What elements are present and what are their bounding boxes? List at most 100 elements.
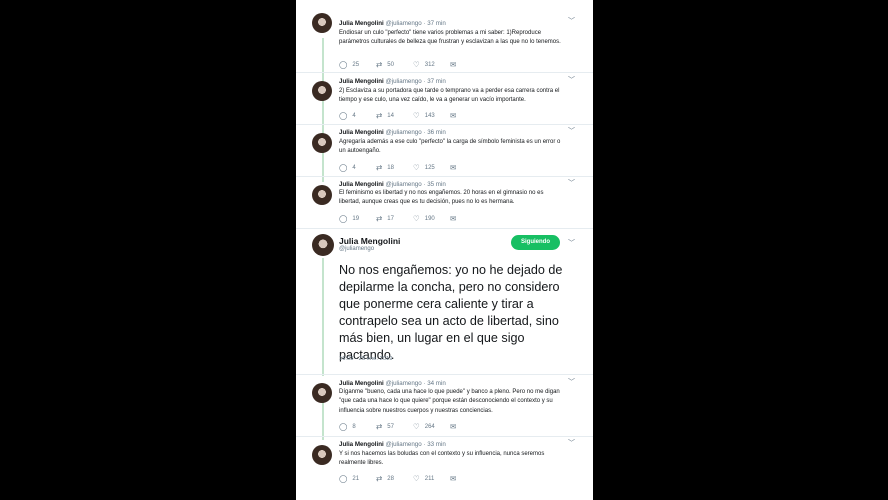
heart-icon: ♡ — [413, 422, 420, 431]
chevron-down-icon[interactable]: ﹀ — [568, 238, 575, 248]
tweet-text: Agregaría además a ese culo "perfecto" l… — [339, 139, 561, 155]
tweet-time[interactable]: 34 min — [427, 380, 446, 387]
retweet-button[interactable]: ⇄ 28 — [376, 474, 413, 483]
chevron-down-icon[interactable]: ﹀ — [568, 178, 575, 188]
like-button[interactable]: ♡ 211 — [413, 474, 450, 483]
author-handle[interactable]: @juliamengo — [339, 246, 374, 252]
chevron-down-icon[interactable]: ﹀ — [568, 75, 575, 85]
author-handle[interactable]: @juliamengo — [385, 20, 421, 27]
tweet-actions: ◯ 4 ⇄ 18 ♡ 125 ✉ — [339, 163, 462, 172]
chevron-down-icon[interactable]: ﹀ — [568, 16, 575, 26]
reply-button[interactable]: ◯ 19 — [339, 214, 376, 223]
following-button[interactable]: Siguiendo — [511, 235, 560, 250]
focused-tweet[interactable]: Julia Mengolini @juliamengo Siguiendo ﹀ … — [296, 229, 593, 375]
avatar[interactable] — [312, 13, 332, 33]
like-button[interactable]: ♡ 264 — [413, 422, 450, 431]
dm-button[interactable]: ✉ — [450, 474, 462, 483]
separator-dot: · — [423, 78, 426, 85]
tweet-time[interactable]: 36 min — [427, 129, 446, 136]
reply-button[interactable]: ◯ 4 — [339, 163, 376, 172]
author-name[interactable]: Julia Mengolini — [339, 181, 384, 188]
author-name[interactable]: Julia Mengolini — [339, 20, 384, 27]
avatar[interactable] — [312, 234, 334, 256]
avatar[interactable] — [312, 81, 332, 101]
tweet-timestamp[interactable]: 16:03 - 25 ene. 2019 — [339, 356, 393, 362]
retweet-count: 28 — [387, 475, 394, 482]
chevron-down-icon[interactable]: ﹀ — [568, 377, 575, 387]
heart-icon: ♡ — [413, 474, 420, 483]
dm-button[interactable]: ✉ — [450, 422, 462, 431]
retweet-button[interactable]: ⇄ 50 — [376, 60, 413, 69]
author-handle[interactable]: @juliamengo — [385, 181, 421, 188]
tweet-text: 2) Esclaviza a su portadora que tarde o … — [339, 88, 560, 104]
author-name[interactable]: Julia Mengolini — [339, 78, 384, 85]
tweet-text: Y si nos hacemos las boludas con el cont… — [339, 451, 545, 467]
reply-icon: ◯ — [339, 111, 348, 120]
retweet-button[interactable]: ⇄ 14 — [376, 111, 413, 120]
author-handle[interactable]: @juliamengo — [385, 380, 421, 387]
reply-icon: ◯ — [339, 474, 348, 483]
like-button[interactable]: ♡ 190 — [413, 214, 450, 223]
thread-tweet[interactable]: Julia Mengolini @juliamengo · 36 min ﹀ A… — [296, 125, 593, 177]
like-button[interactable]: ♡ 143 — [413, 111, 450, 120]
dm-button[interactable]: ✉ — [450, 60, 462, 69]
retweet-button[interactable]: ⇄ 17 — [376, 214, 413, 223]
heart-icon: ♡ — [413, 111, 420, 120]
reply-icon: ◯ — [339, 422, 348, 431]
author-name[interactable]: Julia Mengolini — [339, 441, 384, 448]
retweet-icon: ⇄ — [376, 60, 383, 69]
reply-button[interactable]: ◯ 8 — [339, 422, 376, 431]
tweet-time[interactable]: 37 min — [427, 78, 446, 85]
tweet-text: Endiosar un culo "perfecto" tiene varios… — [339, 30, 561, 46]
retweet-button[interactable]: ⇄ 57 — [376, 422, 413, 431]
thread-tweet[interactable]: Julia Mengolini @juliamengo · 35 min ﹀ E… — [296, 177, 593, 229]
heart-icon: ♡ — [413, 163, 420, 172]
retweet-button[interactable]: ⇄ 18 — [376, 163, 413, 172]
retweet-count: 14 — [387, 112, 394, 119]
chevron-down-icon[interactable]: ﹀ — [568, 438, 575, 448]
avatar[interactable] — [312, 445, 332, 465]
dm-button[interactable]: ✉ — [450, 111, 462, 120]
avatar[interactable] — [312, 133, 332, 153]
dm-button[interactable]: ✉ — [450, 163, 462, 172]
retweet-count: 17 — [387, 215, 394, 222]
reply-icon: ◯ — [339, 163, 348, 172]
tweet-time[interactable]: 37 min — [427, 20, 446, 27]
retweet-icon: ⇄ — [376, 214, 383, 223]
author-name[interactable]: Julia Mengolini — [339, 129, 384, 136]
author-handle[interactable]: @juliamengo — [385, 129, 421, 136]
like-count: 264 — [424, 423, 435, 430]
tweet-text: Díganme "bueno, cada una hace lo que pue… — [339, 389, 560, 414]
author-name[interactable]: Julia Mengolini — [339, 236, 400, 246]
thread-tweet[interactable]: Julia Mengolini @juliamengo · 37 min ﹀ 2… — [296, 73, 593, 125]
like-button[interactable]: ♡ 125 — [413, 163, 450, 172]
tweet-header: Julia Mengolini @juliamengo · 36 min — [339, 129, 446, 136]
tweet-time[interactable]: 35 min — [427, 181, 446, 188]
like-count: 125 — [424, 164, 435, 171]
thread-tweet[interactable]: Julia Mengolini @juliamengo · 34 min ﹀ D… — [296, 375, 593, 437]
reply-count: 4 — [352, 112, 356, 119]
mail-icon: ✉ — [450, 214, 457, 223]
chevron-down-icon[interactable]: ﹀ — [568, 126, 575, 136]
avatar[interactable] — [312, 185, 332, 205]
tweet-header: Julia Mengolini @juliamengo · 37 min — [339, 78, 446, 85]
author-name[interactable]: Julia Mengolini — [339, 380, 384, 387]
reply-button[interactable]: ◯ 25 — [339, 60, 376, 69]
thread-tweet[interactable]: Julia Mengolini @juliamengo · 33 min ﹀ Y… — [296, 437, 593, 500]
reply-button[interactable]: ◯ 4 — [339, 111, 376, 120]
like-count: 211 — [424, 475, 435, 482]
tweet-actions: ◯ 25 ⇄ 50 ♡ 312 ✉ — [339, 60, 462, 69]
author-handle[interactable]: @juliamengo — [385, 78, 421, 85]
tweet-header: Julia Mengolini @juliamengo · 37 min — [339, 20, 446, 27]
avatar[interactable] — [312, 383, 332, 403]
reply-button[interactable]: ◯ 21 — [339, 474, 376, 483]
thread-tweet[interactable]: Julia Mengolini @juliamengo · 37 min ﹀ E… — [296, 5, 593, 73]
like-count: 190 — [424, 215, 435, 222]
tweet-text: No nos engañemos: yo no he dejado de dep… — [339, 263, 563, 362]
tweet-time[interactable]: 33 min — [427, 441, 446, 448]
author-handle[interactable]: @juliamengo — [385, 441, 421, 448]
reply-icon: ◯ — [339, 214, 348, 223]
separator-dot: · — [423, 380, 426, 387]
dm-button[interactable]: ✉ — [450, 214, 462, 223]
like-button[interactable]: ♡ 312 — [413, 60, 450, 69]
